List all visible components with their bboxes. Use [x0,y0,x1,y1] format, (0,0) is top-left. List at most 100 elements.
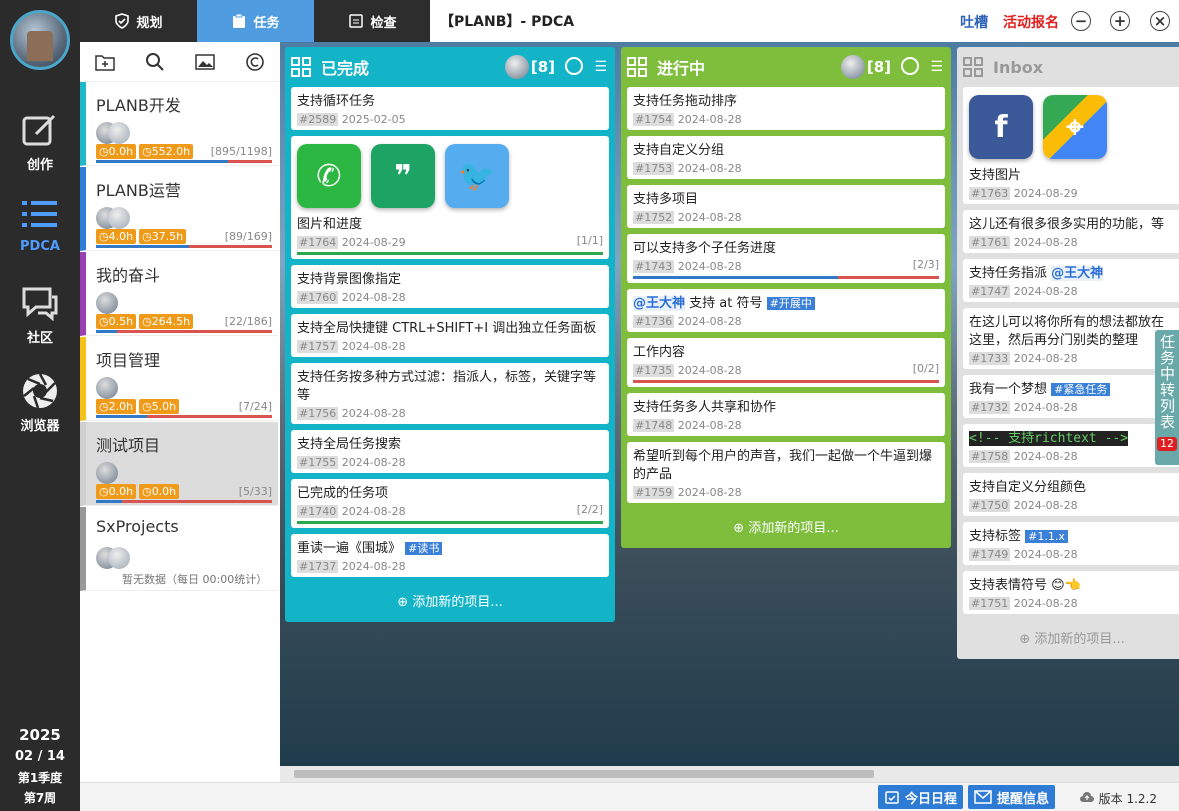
task-date: 2024-08-28 [1013,352,1078,365]
add-new-item-button[interactable]: ⊕ 添加新的项目... [627,509,945,548]
rail-item-community[interactable]: 社区 [0,283,80,346]
year: 2025 [19,726,61,744]
window-title-bar: 【PLANB】- PDCA 吐槽 活动报名 − + × [430,0,1179,42]
refresh-icon[interactable] [901,57,919,75]
progress-ratio: [89/169] [224,230,272,243]
signup-link[interactable]: 活动报名 [1003,15,1059,31]
card-title: 支持任务按多种方式过滤：指派人，标签，关键字等等 [297,370,597,403]
task-id: #1756 [297,407,339,420]
task-card[interactable]: 希望听到每个用户的声音，我们一起做一个牛逼到爆的产品 #1759 2024-08… [627,442,945,503]
image-icon[interactable] [195,53,215,71]
task-card[interactable]: 支持任务拖动排序 #1754 2024-08-28 [627,87,945,130]
task-card[interactable]: 支持标签 #1.1.x #1749 2024-08-28 [963,522,1179,565]
column-header[interactable]: 已完成 [8] ☰ [291,47,609,87]
task-card[interactable]: 支持全局任务搜索 #1755 2024-08-28 [291,430,609,473]
task-card[interactable]: <!-- 支持richtext --> #1758 2024-08-28 [963,424,1179,467]
project-toolbar [80,42,280,82]
task-transfer-tab[interactable]: 任务中转列表 12 [1155,330,1179,465]
task-id: #1760 [297,291,339,304]
column-count: [8] [530,58,555,76]
reminder-button[interactable]: 提醒信息 [968,785,1056,809]
mention[interactable]: @王大神 [633,296,686,311]
user-avatar[interactable] [10,10,70,70]
card-title: 已完成的任务项 [297,486,389,501]
project-item[interactable]: 我的奋斗 ◷0.5h ◷264.5h [22/186] [80,252,278,336]
whatsapp-icon: ✆ [297,144,361,208]
close-button[interactable]: × [1150,11,1170,31]
card-title: <!-- 支持richtext --> [969,431,1129,446]
task-card[interactable]: 支持全局快捷键 CTRL+SHIFT+I 调出独立任务面板 #1757 2024… [291,314,609,357]
time-chip: ◷0.0h [96,484,137,499]
tab-plan[interactable]: 规划 [80,0,197,42]
refresh-icon[interactable] [565,57,583,75]
rail-item-browser[interactable]: 浏览器 [0,371,80,434]
task-card[interactable]: 我有一个梦想 #紧急任务 #1732 2024-08-28 [963,375,1179,418]
add-new-item-button[interactable]: ⊕ 添加新的项目... [291,583,609,622]
project-item[interactable]: PLANB运营 ◷4.0h ◷37.5h [89/169] [80,167,278,251]
card-meta: #1758 2024-08-28 [969,450,1175,463]
project-name: PLANB运营 [96,181,181,200]
tag-badge[interactable]: #紧急任务 [1051,383,1111,396]
add-folder-icon[interactable] [95,53,115,71]
task-card[interactable]: 支持任务指派 @王大神 #1747 2024-08-28 [963,259,1179,302]
task-card[interactable]: 支持自定义分组 #1753 2024-08-28 [627,136,945,179]
chat-icon [22,287,58,322]
rail-item-pdca[interactable]: PDCA [0,195,80,254]
task-card[interactable]: 可以支持多个子任务进度 #1743 2024-08-28 [2/3] [627,234,945,283]
task-date: 2024-08-28 [1013,548,1078,561]
task-card[interactable]: 在这儿可以将你所有的想法都放在这里，然后再分门别类的整理 #1733 2024-… [963,308,1179,369]
card-title: 图片和进度 [297,217,363,232]
task-card[interactable]: 支持循环任务 #2589 2025-02-05 [291,87,609,130]
task-card[interactable]: 支持自定义分组颜色 #1750 2024-08-28 [963,473,1179,516]
task-id: #1751 [969,597,1011,610]
member-avatar [108,547,130,569]
subtask-progress: [2/2] [576,503,603,516]
time-chip: ◷2.0h [96,399,137,414]
project-item[interactable]: 项目管理 ◷2.0h ◷5.0h [7/24] [80,337,278,421]
task-card[interactable]: 已完成的任务项 #1740 2024-08-28 [2/2] [291,479,609,528]
card-meta: #1747 2024-08-28 [969,285,1175,298]
task-card[interactable]: f ⌖ 支持图片 #1763 2024-08-29 [963,87,1179,204]
task-date: 2024-08-28 [1013,401,1078,414]
add-new-item-button[interactable]: ⊕ 添加新的项目... [963,620,1179,659]
card-title: 支持任务多人共享和协作 [633,400,777,415]
task-card[interactable]: 重读一遍《围城》 #读书 #1737 2024-08-28 [291,534,609,577]
tag-badge[interactable]: #1.1.x [1025,530,1068,543]
feedback-link[interactable]: 吐槽 [960,15,988,31]
tag-badge[interactable]: #读书 [405,542,443,555]
rail-item-create[interactable]: 创作 [0,110,80,173]
task-card[interactable]: 工作内容 #1735 2024-08-28 [0/2] [627,338,945,387]
project-item[interactable]: 测试项目 ◷0.0h ◷0.0h [5/33] [80,422,278,506]
task-id: #1732 [969,401,1011,414]
column-header[interactable]: 进行中 [8] ☰ [627,47,945,87]
project-item[interactable]: SxProjects 暂无数据（每日 00:00统计） [80,507,278,591]
settings-icon[interactable]: ☰ [930,59,943,75]
card-title: 支持多项目 [633,192,699,207]
task-card[interactable]: 这儿还有很多很多实用的功能，等 #1761 2024-08-28 [963,210,1179,253]
left-rail: 创作 PDCA 社区 浏览器 2025 02 / 14 第1季度 第7周 [0,0,80,811]
task-card[interactable]: @王大神 支持 at 符号 #开展中 #1736 2024-08-28 [627,289,945,332]
task-card[interactable]: 支持任务按多种方式过滤：指派人，标签，关键字等等 #1756 2024-08-2… [291,363,609,424]
column-header[interactable]: Inbox [963,47,1179,87]
mention[interactable]: @王大神 [1051,266,1104,281]
project-item[interactable]: PLANB开发 ◷0.0h ◷552.0h [895/1198] [80,82,278,166]
task-card[interactable]: ✆ ❞ 🐦 图片和进度 #1764 2024-08-29 [1/1] [291,136,609,259]
horizontal-scrollbar[interactable] [280,766,1179,782]
tab-task[interactable]: 任务 [197,0,314,42]
task-card[interactable]: 支持任务多人共享和协作 #1748 2024-08-28 [627,393,945,436]
task-card[interactable]: 支持背景图像指定 #1760 2024-08-28 [291,265,609,308]
tag-badge[interactable]: #开展中 [766,297,815,310]
task-card[interactable]: 支持表情符号 😊👈 #1751 2024-08-28 [963,571,1179,614]
task-card[interactable]: 支持多项目 #1752 2024-08-28 [627,185,945,228]
card-progress-bar [633,276,939,279]
member-avatar [96,377,118,399]
today-schedule-button[interactable]: 今日日程 [878,785,964,809]
tab-check[interactable]: 检查 [314,0,431,42]
search-icon[interactable] [145,52,165,72]
minimize-button[interactable]: − [1071,11,1091,31]
task-date: 2024-08-29 [1013,187,1078,200]
settings-icon[interactable]: ☰ [594,59,607,75]
refresh-icon[interactable] [245,52,265,72]
maximize-button[interactable]: + [1110,11,1130,31]
scrollbar-thumb[interactable] [294,770,874,778]
